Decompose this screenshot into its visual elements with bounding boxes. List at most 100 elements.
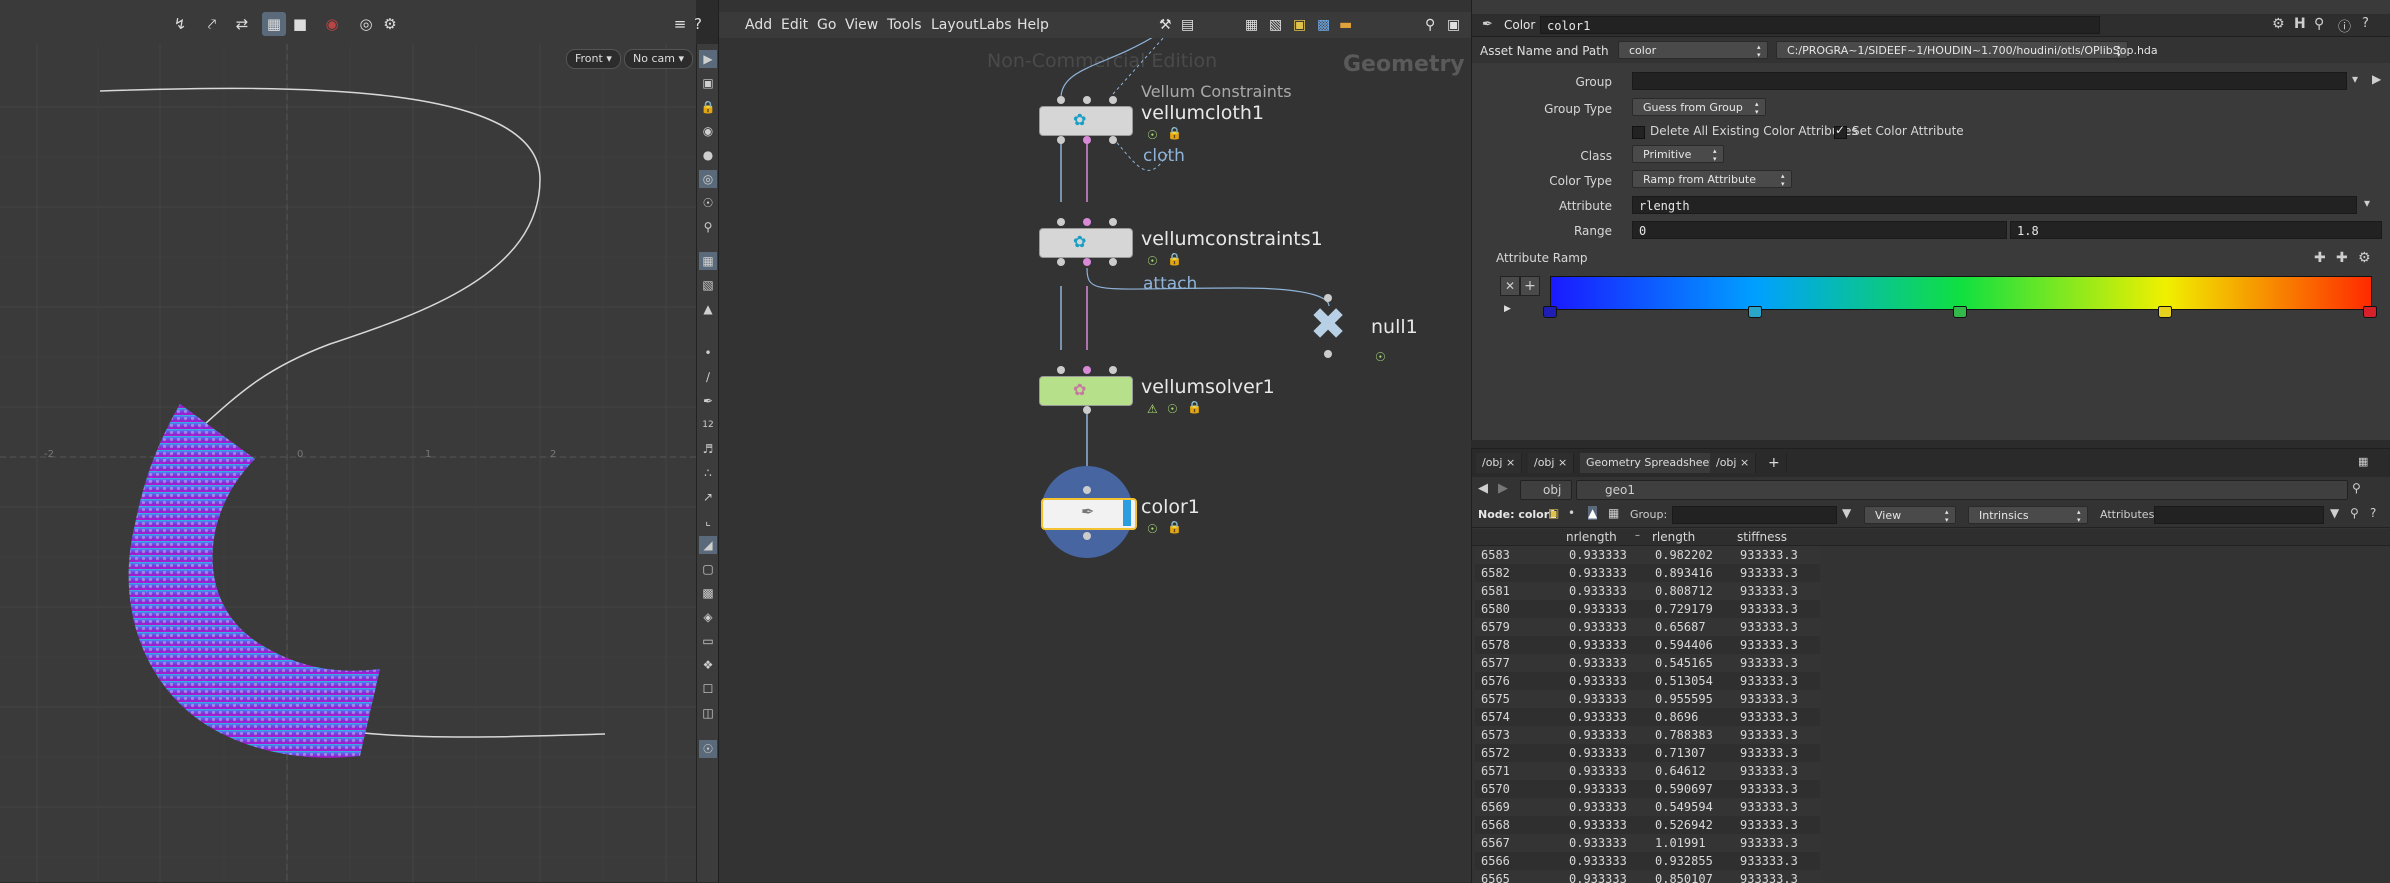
zoom-icon[interactable]: ⚲ — [1425, 17, 1435, 33]
ramp-key-marker[interactable] — [2363, 306, 2377, 318]
table-row[interactable]: 6579 0.933333 0.65687 933333.3 — [1475, 618, 1820, 636]
ramp-delete-key-button[interactable]: ✕ — [1500, 276, 1520, 296]
numbers-icon[interactable]: 12 — [699, 416, 717, 434]
display-flag-icon[interactable]: ☉ — [1147, 522, 1158, 536]
notes-icon[interactable]: ▤ — [1181, 17, 1194, 33]
menu-help[interactable]: Help — [1017, 17, 1049, 33]
attribute-menu-icon[interactable]: ▾ — [2364, 196, 2370, 210]
lock-flag-icon[interactable]: 🔒 — [1167, 252, 1182, 266]
search-icon[interactable]: ⚲ — [2314, 16, 2324, 32]
ramp-insert-key-icon[interactable]: ✚ — [2336, 250, 2348, 266]
lock-flag-icon[interactable]: 🔒 — [1167, 520, 1182, 534]
box-icon[interactable]: ▬ — [1339, 17, 1352, 33]
column-header[interactable]: stiffness — [1737, 530, 1787, 544]
forward-icon[interactable]: ▶ — [1498, 481, 1508, 496]
sphere-icon[interactable]: ● — [699, 146, 717, 164]
info-icon[interactable]: ⓘ — [2338, 16, 2351, 35]
gear-icon[interactable]: ⚙ — [378, 12, 402, 36]
node-name[interactable]: vellumconstraints1 — [1141, 228, 1323, 250]
edge-icon[interactable]: ∕ — [699, 368, 717, 386]
output-connector[interactable] — [1083, 532, 1091, 540]
ramp-add-key-icon[interactable]: ✚ — [2314, 250, 2326, 266]
pin-icon[interactable]: ⚲ — [2350, 506, 2359, 520]
table-row[interactable]: 6571 0.933333 0.64612 933333.3 — [1475, 762, 1820, 780]
table-row[interactable]: 6568 0.933333 0.526942 933333.3 — [1475, 816, 1820, 834]
visibility-icon[interactable]: ◎ — [699, 170, 717, 188]
table-row[interactable]: 6575 0.933333 0.955595 933333.3 — [1475, 690, 1820, 708]
sort-icon[interactable]: – — [1635, 530, 1640, 541]
range-max-field[interactable]: 1.8 — [2010, 221, 2382, 239]
input-connector[interactable] — [1109, 218, 1117, 226]
primitives-icon[interactable]: ▲ — [1588, 506, 1598, 520]
input-connector[interactable] — [1083, 486, 1091, 494]
grid-icon[interactable]: ▦ — [699, 252, 717, 270]
group-type-dropdown[interactable]: Guess from Group — [1632, 98, 1766, 116]
input-connector[interactable] — [1324, 294, 1332, 302]
null-node-icon[interactable]: ✖ — [1293, 300, 1363, 350]
help-h-icon[interactable]: H — [2294, 16, 2306, 32]
table-row[interactable]: 6583 0.933333 0.982202 933333.3 — [1475, 546, 1820, 564]
network-list-icon[interactable]: ▧ — [1269, 17, 1282, 33]
output-connector[interactable] — [1083, 136, 1091, 144]
table-row[interactable]: 6569 0.933333 0.549594 933333.3 — [1475, 798, 1820, 816]
pin-icon[interactable]: ⚲ — [699, 218, 717, 236]
attributes-filter-field[interactable] — [2154, 506, 2324, 524]
node-name[interactable]: color1 — [1141, 496, 1200, 518]
ramp-gradient[interactable] — [1550, 276, 2372, 310]
display-flag-icon[interactable]: ☉ — [1375, 350, 1386, 364]
table-row[interactable]: 6576 0.933333 0.513054 933333.3 — [1475, 672, 1820, 690]
record-icon[interactable]: ◉ — [320, 12, 344, 36]
input-connector[interactable] — [1083, 218, 1091, 226]
output-connector[interactable] — [1057, 136, 1065, 144]
table-row[interactable]: 6570 0.933333 0.590697 933333.3 — [1475, 780, 1820, 798]
shading-icon[interactable]: ◢ — [699, 536, 717, 554]
close-icon[interactable]: × — [1740, 456, 1749, 469]
table-row[interactable]: 6582 0.933333 0.893416 933333.3 — [1475, 564, 1820, 582]
color-type-dropdown[interactable]: Ramp from Attribute — [1632, 170, 1792, 188]
output-connector[interactable] — [1109, 258, 1117, 266]
display-flag-icon[interactable]: ☉ — [1167, 402, 1178, 416]
ramp-key-marker[interactable] — [1748, 306, 1762, 318]
particle-icon[interactable]: ∴ — [699, 464, 717, 482]
lock-icon[interactable]: 🔒 — [699, 98, 717, 116]
input-connector[interactable] — [1109, 366, 1117, 374]
column-header[interactable]: rlength — [1652, 530, 1695, 544]
output-connector[interactable] — [1057, 258, 1065, 266]
network-editor[interactable]: Add Edit Go View Tools Layout Labs Help … — [718, 0, 1471, 882]
ramp-key-marker[interactable] — [2158, 306, 2172, 318]
display-flag-icon[interactable]: ☉ — [1147, 128, 1158, 142]
menu-layout[interactable]: Layout — [931, 17, 979, 33]
ramp-expand-icon[interactable]: ▶ — [1504, 304, 1511, 314]
back-icon[interactable]: ◀ — [1478, 481, 1488, 496]
path-geo[interactable]: geo1 — [1576, 480, 2348, 500]
display-flag-icon[interactable]: ☉ — [1147, 254, 1158, 268]
path-obj[interactable]: obj — [1520, 480, 1572, 500]
select-icon[interactable]: ⤤ — [200, 12, 224, 36]
filter-icon[interactable]: ▼ — [2330, 506, 2339, 520]
input-connector[interactable] — [1057, 366, 1065, 374]
input-connector[interactable] — [1083, 366, 1091, 374]
select-mode-icon[interactable]: ▶ — [699, 50, 717, 68]
tab-obj[interactable]: /obj × — [1528, 453, 1575, 473]
table-row[interactable]: 6578 0.933333 0.594406 933333.3 — [1475, 636, 1820, 654]
display-flag-bar[interactable] — [1123, 500, 1131, 526]
node-name[interactable]: vellumsolver1 — [1141, 376, 1275, 398]
arrow-icon[interactable]: ▶ — [2372, 72, 2381, 86]
menu-view[interactable]: View — [845, 17, 878, 33]
input-connector[interactable] — [1083, 96, 1091, 104]
attribute-field[interactable]: rlength — [1632, 196, 2357, 214]
output-connector[interactable] — [1324, 350, 1332, 358]
point-icon[interactable]: • — [699, 344, 717, 362]
group-select-icon[interactable]: ▾ — [2352, 72, 2358, 86]
table-row[interactable]: 6580 0.933333 0.729179 933333.3 — [1475, 600, 1820, 618]
output-connector[interactable] — [1083, 406, 1091, 414]
column-header[interactable]: nrlength — [1566, 530, 1617, 544]
stop-icon[interactable]: ■ — [288, 12, 312, 36]
preview-icon[interactable]: ▣ — [1447, 17, 1460, 33]
camera-icon[interactable]: ◎ — [354, 12, 378, 36]
ghost-icon[interactable]: ◉ — [699, 122, 717, 140]
snap-grid-icon[interactable]: ▧ — [699, 276, 717, 294]
snap-prim-icon[interactable]: ▲ — [699, 300, 717, 318]
ramp-key-marker[interactable] — [1953, 306, 1967, 318]
wireframe-icon[interactable]: ▢ — [699, 560, 717, 578]
